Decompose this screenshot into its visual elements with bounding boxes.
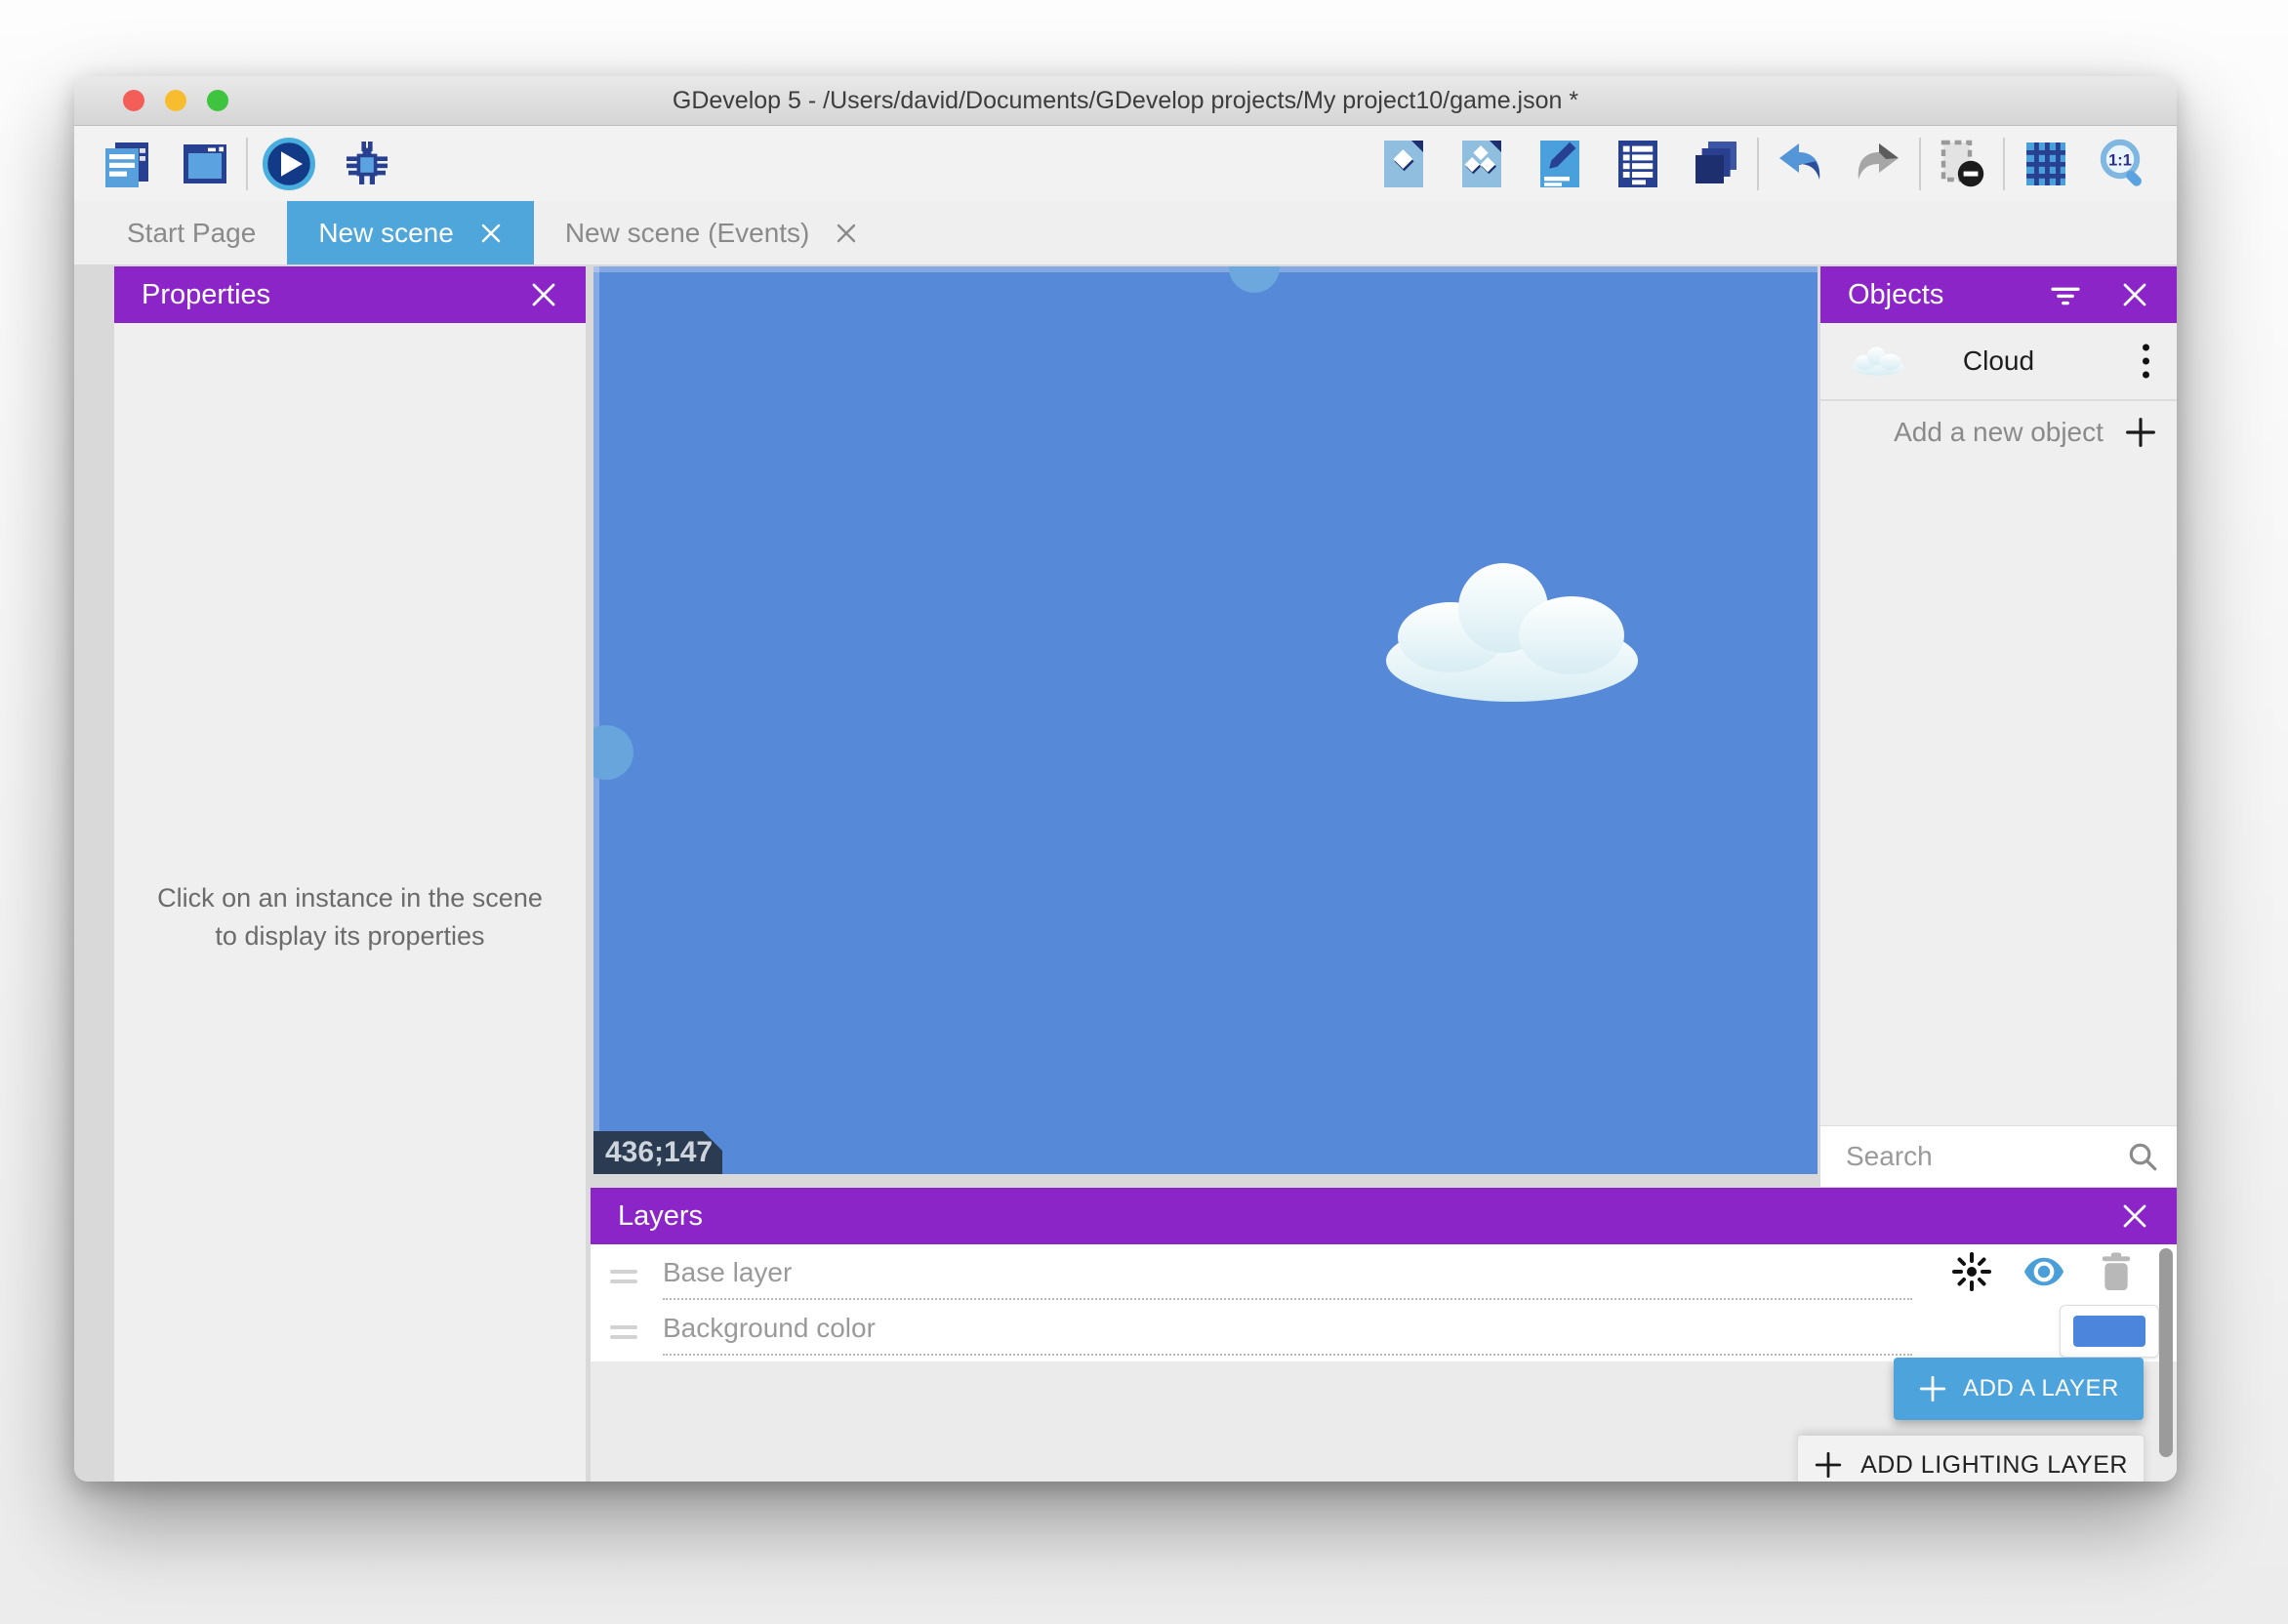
grid-icon[interactable] — [2019, 137, 2073, 191]
layers-editor-icon[interactable] — [1689, 137, 1743, 191]
toolbar-separator — [1919, 138, 1921, 190]
window-title: GDevelop 5 - /Users/david/Documents/GDev… — [673, 87, 1578, 115]
objects-panel-header: Objects — [1820, 266, 2177, 323]
objects-search-bar — [1820, 1125, 2177, 1187]
zoom-1-1-icon[interactable]: 1:1 — [2097, 137, 2151, 191]
main-toolbar: 1:1 — [74, 126, 2177, 201]
minimize-window-button[interactable] — [165, 90, 186, 111]
tab-new-scene[interactable]: New scene — [287, 201, 534, 264]
layers-scrollbar[interactable] — [2159, 1248, 2173, 1476]
properties-panel-title: Properties — [142, 279, 270, 311]
traffic-lights — [123, 90, 228, 111]
background-color-button[interactable] — [2060, 1305, 2159, 1358]
gdevelop-window: GDevelop 5 - /Users/david/Documents/GDev… — [74, 76, 2177, 1482]
layer-row-base — [591, 1244, 2177, 1303]
properties-panel: Properties Click on an instance in the s… — [114, 266, 586, 1482]
cloud-sprite[interactable] — [1384, 559, 1640, 709]
cloud-thumbnail-icon — [1852, 345, 1904, 383]
add-a-layer-label: ADD A LAYER — [1963, 1375, 2119, 1402]
layers-panel-title: Layers — [618, 1200, 703, 1233]
titlebar: GDevelop 5 - /Users/david/Documents/GDev… — [74, 76, 2177, 126]
add-lighting-layer-button[interactable]: ADD LIGHTING LAYER — [1798, 1436, 2144, 1482]
search-input[interactable] — [1820, 1141, 2177, 1172]
play-icon[interactable] — [262, 137, 316, 191]
object-groups-icon[interactable] — [1454, 137, 1509, 191]
objects-panel: Objects — [1820, 266, 2177, 1187]
close-icon[interactable] — [529, 280, 558, 309]
close-window-button[interactable] — [123, 90, 144, 111]
scene-properties-icon[interactable] — [1532, 137, 1587, 191]
start-page-icon[interactable] — [178, 137, 232, 191]
undo-icon[interactable] — [1773, 137, 1827, 191]
redo-icon[interactable] — [1851, 137, 1905, 191]
debug-icon[interactable] — [340, 137, 394, 191]
add-new-object-label: Add a new object — [1894, 417, 2104, 448]
tab-new-scene-events[interactable]: New scene (Events) — [534, 201, 890, 264]
objects-panel-empty-area — [1820, 464, 2177, 1125]
tab-label: New scene (Events) — [565, 218, 810, 249]
tab-start-page[interactable]: Start Page — [96, 201, 287, 264]
object-list-item-cloud[interactable]: Cloud — [1820, 323, 2177, 401]
plus-icon — [1814, 1450, 1843, 1480]
filter-icon[interactable] — [2046, 275, 2085, 314]
properties-panel-header: Properties — [114, 266, 586, 323]
tab-label: New scene — [318, 218, 454, 249]
objects-editor-icon[interactable] — [1376, 137, 1431, 191]
close-icon[interactable] — [2120, 1201, 2149, 1231]
add-lighting-layer-label: ADD LIGHTING LAYER — [1860, 1451, 2128, 1480]
editor-tabbar: Start Page New scene New scene (Events) — [74, 201, 2177, 264]
toolbar-separator — [1757, 138, 1759, 190]
layer-row-background-color — [591, 1303, 2177, 1361]
plus-icon — [1918, 1374, 1947, 1403]
svg-text:1:1: 1:1 — [2108, 151, 2132, 169]
search-icon — [2126, 1140, 2159, 1173]
trash-icon[interactable] — [2095, 1250, 2138, 1293]
drag-handle-icon[interactable] — [610, 1270, 637, 1283]
drag-handle-icon[interactable] — [610, 1325, 637, 1339]
cursor-coordinates-badge: 436;147 — [593, 1131, 722, 1174]
plus-icon — [2124, 416, 2157, 449]
editor-content: Properties Click on an instance in the s… — [74, 264, 2177, 1482]
properties-empty-message: Click on an instance in the scene to dis… — [114, 879, 586, 955]
cursor-coordinates: 436;147 — [605, 1136, 713, 1169]
scrollbar-thumb[interactable] — [2159, 1248, 2173, 1457]
layers-panel-header: Layers — [591, 1188, 2177, 1244]
objects-panel-title: Objects — [1848, 279, 1943, 311]
mask-remove-icon[interactable] — [1935, 137, 1989, 191]
object-name: Cloud — [1963, 345, 2034, 377]
instances-list-icon[interactable] — [1611, 137, 1665, 191]
lighting-icon[interactable] — [1950, 1250, 1993, 1293]
tab-close-icon[interactable] — [835, 222, 858, 245]
object-menu-icon[interactable] — [2137, 339, 2155, 385]
scene-canvas[interactable]: 436;147 — [593, 266, 1818, 1174]
canvas-horizontal-scroll-track[interactable] — [593, 266, 1818, 272]
zoom-window-button[interactable] — [207, 90, 228, 111]
canvas-vertical-scroll-knob[interactable] — [593, 725, 633, 780]
background-color-swatch — [2073, 1316, 2145, 1347]
toolbar-separator — [246, 138, 248, 190]
desktop-background: { "window": { "title": "GDevelop 5 - /Us… — [0, 0, 2288, 1624]
close-icon[interactable] — [2120, 280, 2149, 309]
project-manager-icon[interactable] — [100, 137, 154, 191]
toolbar-separator — [2003, 138, 2005, 190]
visibility-eye-icon[interactable] — [2022, 1250, 2065, 1293]
canvas-horizontal-scroll-knob[interactable] — [1229, 266, 1280, 293]
layer-rows — [591, 1244, 2177, 1361]
add-new-object-row[interactable]: Add a new object — [1820, 401, 2177, 464]
layers-panel: Layers — [591, 1188, 2177, 1482]
canvas-vertical-scroll-track[interactable] — [593, 266, 599, 1174]
tab-label: Start Page — [127, 218, 256, 249]
layer-name-input[interactable] — [663, 1309, 1912, 1356]
tab-close-icon[interactable] — [479, 222, 503, 245]
layers-footer: ADD A LAYER ADD LIGHTING LAYER — [591, 1361, 2177, 1482]
layer-name-input[interactable] — [663, 1253, 1912, 1300]
add-a-layer-button[interactable]: ADD A LAYER — [1894, 1358, 2144, 1420]
